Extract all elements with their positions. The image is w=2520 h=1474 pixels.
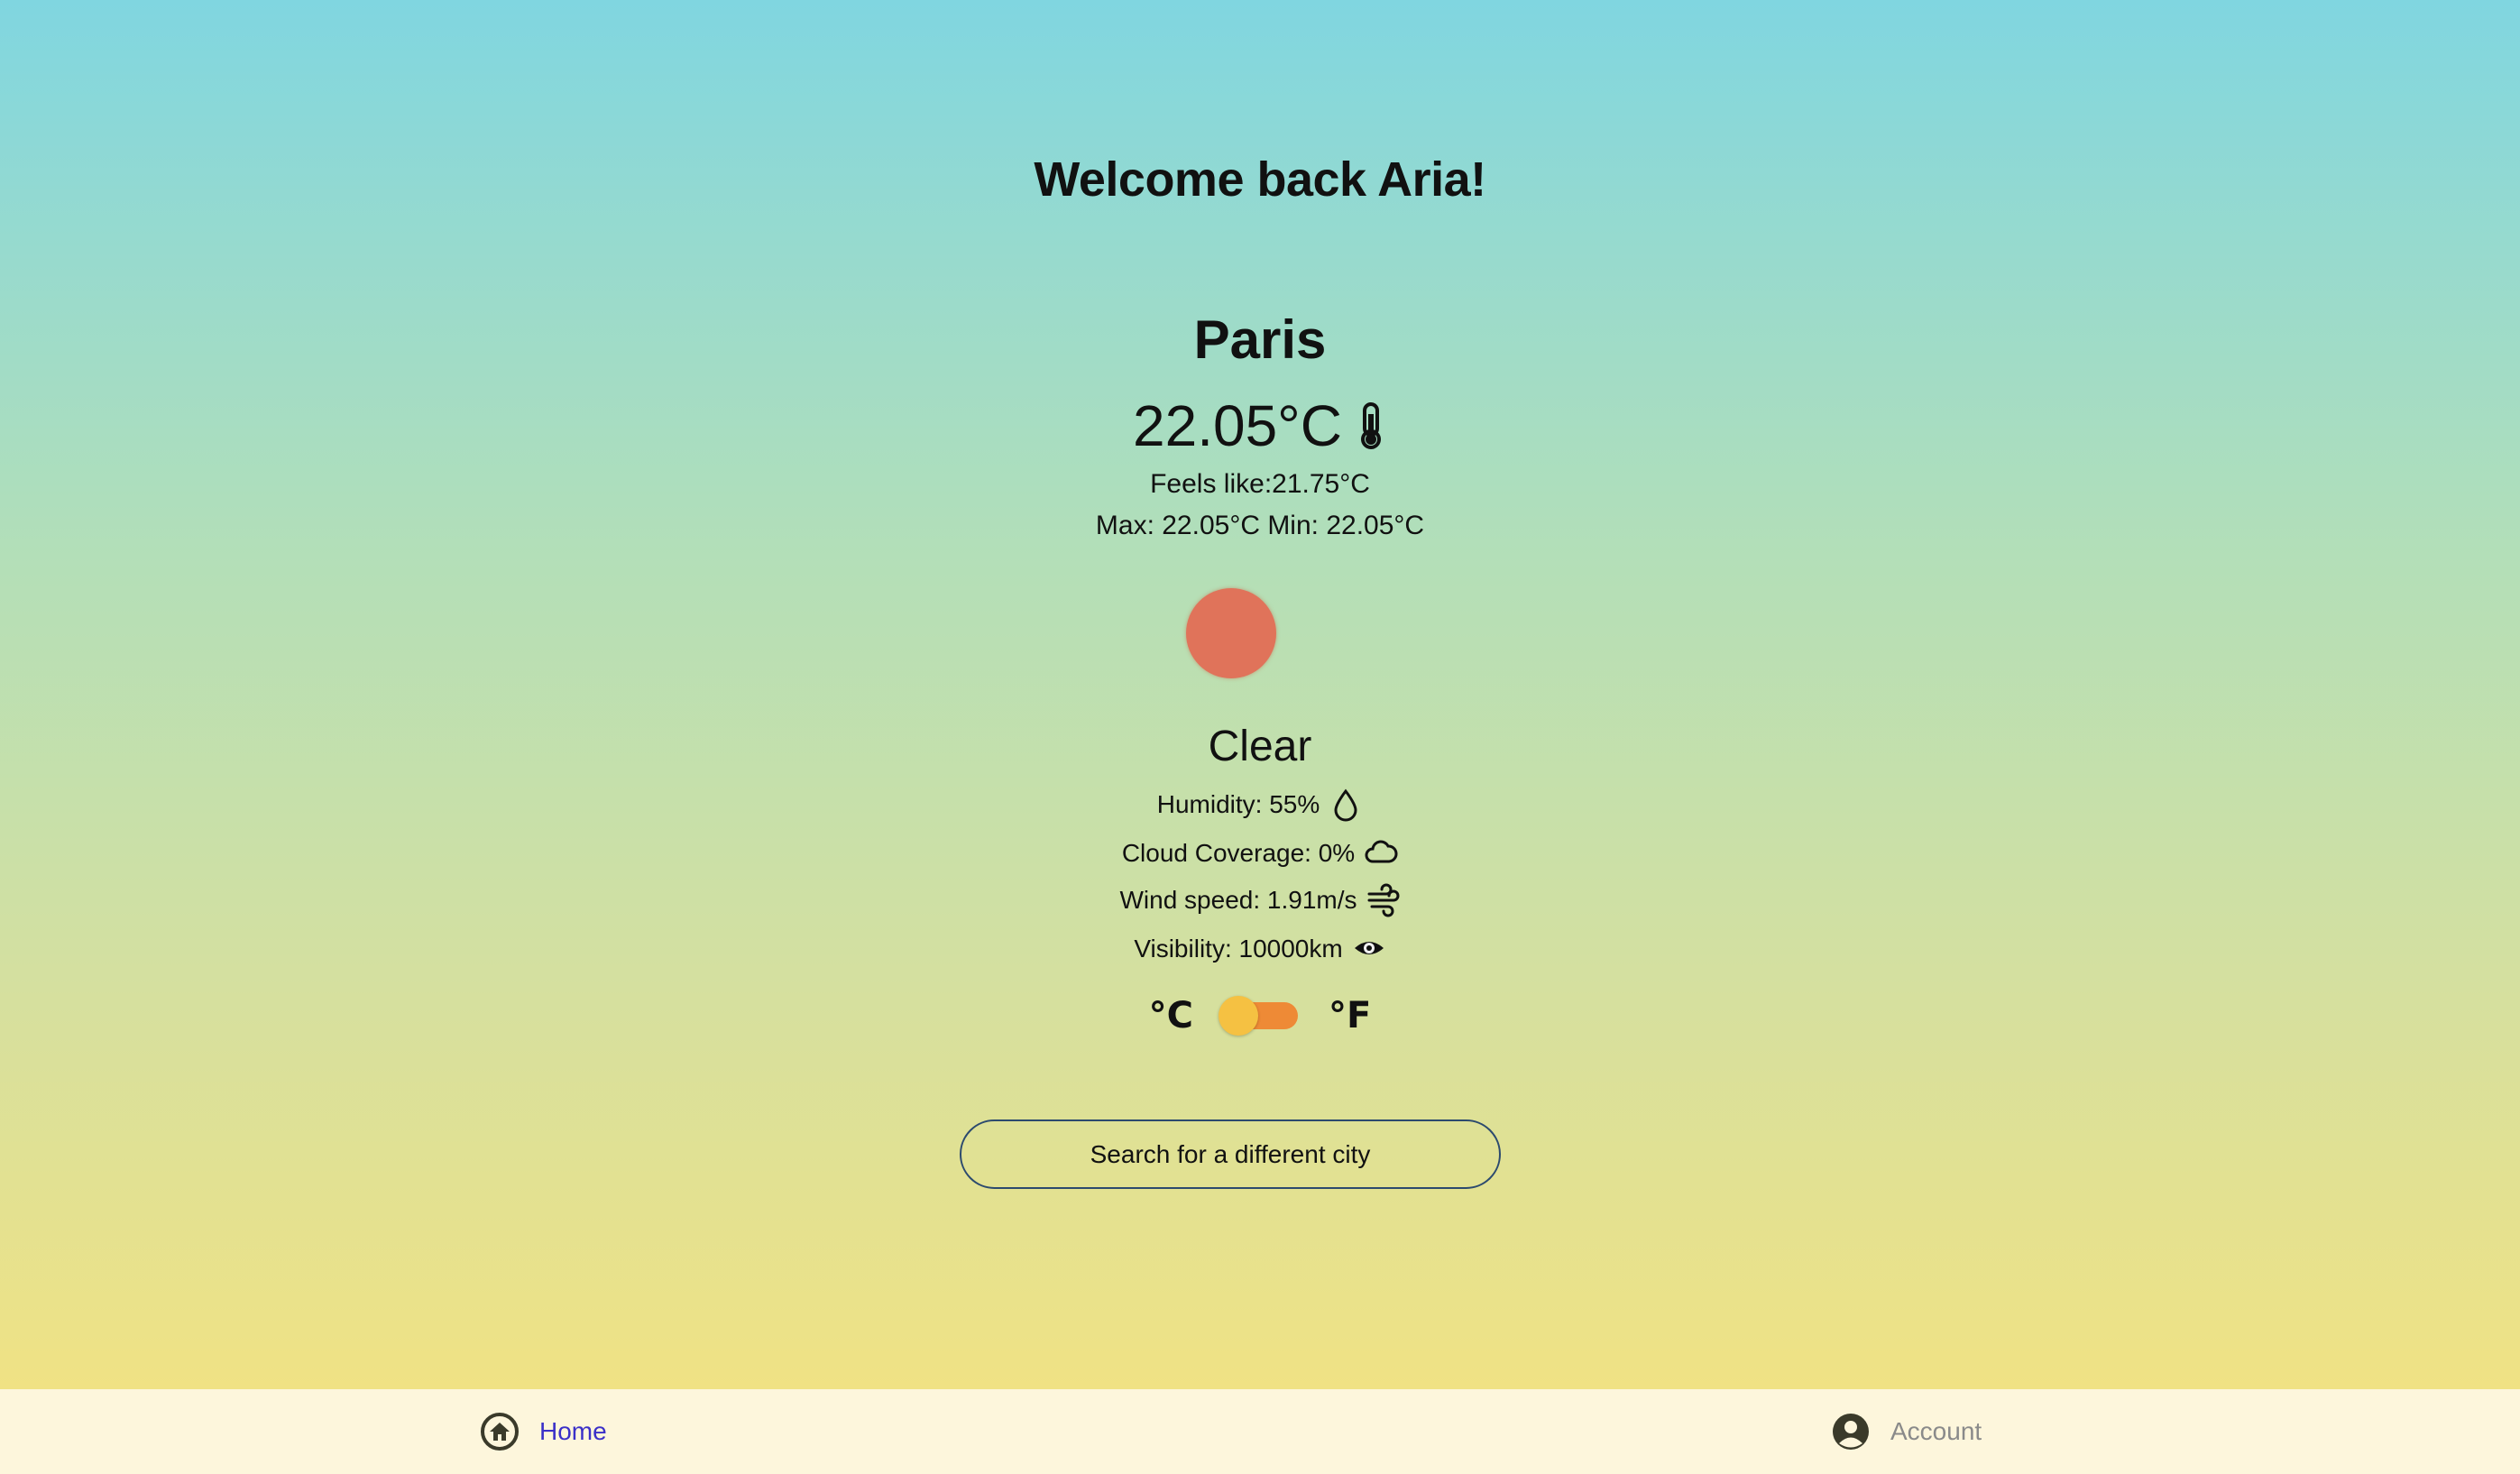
cloud-icon [1364, 836, 1398, 871]
temperature-value: 22.05°C [1133, 393, 1342, 458]
city-name: Paris [1193, 309, 1327, 370]
bottom-nav: Home Account [0, 1389, 2520, 1474]
visibility-row: Visibility: 10000km [0, 929, 2520, 969]
toggle-knob[interactable] [1219, 996, 1259, 1036]
celsius-label: °C [1148, 995, 1194, 1036]
search-city-button[interactable]: Search for a different city [960, 1119, 1501, 1189]
visibility-label: Visibility: 10000km [1134, 935, 1343, 963]
thermometer-icon [1355, 401, 1387, 450]
welcome-heading: Welcome back Aria! [1034, 152, 1486, 207]
cloud-coverage-label: Cloud Coverage: 0% [1121, 839, 1356, 867]
eye-icon [1352, 932, 1386, 966]
unit-toggle-row: °C °F [0, 990, 2520, 1041]
wind-icon [1366, 883, 1401, 917]
nav-label-account: Account [1890, 1417, 1982, 1445]
feels-like: Feels like:21.75°C [1150, 469, 1370, 499]
sun-icon [1186, 588, 1276, 678]
fahrenheit-label: °F [1329, 995, 1372, 1036]
main-content: Welcome back Aria! Paris 22.05°C Feels l… [0, 0, 2520, 1389]
max-min: Max: 22.05°C Min: 22.05°C [1095, 511, 1425, 540]
unit-toggle-switch[interactable] [1219, 996, 1299, 1036]
temperature-row: 22.05°C [0, 390, 2520, 462]
humidity-row: Humidity: 55% [0, 785, 2520, 825]
wind-speed-row: Wind speed: 1.91m/s [0, 880, 2520, 920]
nav-item-home[interactable]: Home [480, 1389, 607, 1474]
weather-condition: Clear [1208, 723, 1312, 770]
home-icon [480, 1412, 520, 1451]
wind-speed-label: Wind speed: 1.91m/s [1119, 886, 1357, 914]
nav-item-account[interactable]: Account [1831, 1389, 1982, 1474]
humidity-label: Humidity: 55% [1156, 790, 1320, 818]
account-icon [1831, 1412, 1871, 1451]
nav-label-home: Home [539, 1417, 607, 1445]
droplet-icon [1329, 788, 1363, 822]
cloud-coverage-row: Cloud Coverage: 0% [0, 834, 2520, 873]
